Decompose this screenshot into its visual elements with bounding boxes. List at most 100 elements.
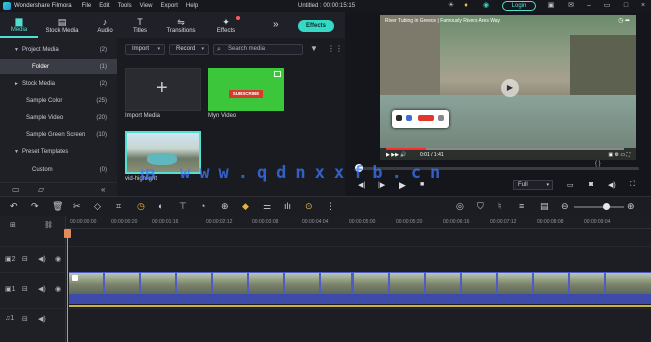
subtitle-icon[interactable]: ▤: [540, 201, 549, 212]
zoom-slider-handle[interactable]: [603, 203, 610, 210]
delete-icon[interactable]: 🗑: [52, 201, 63, 212]
link-icon[interactable]: ⛓: [44, 221, 53, 229]
player-progress-bar[interactable]: [386, 148, 624, 150]
layout-icon[interactable]: ▭: [603, 2, 611, 10]
tab-transitions[interactable]: ⇋ Transitions: [156, 12, 206, 38]
fullscreen-icon[interactable]: ⛶: [630, 181, 635, 189]
render-icon[interactable]: ◎: [456, 201, 464, 212]
mute-icon[interactable]: ◀): [38, 285, 46, 293]
color-icon[interactable]: ◐: [158, 201, 163, 212]
save-icon[interactable]: ▣: [547, 2, 555, 10]
menu-edit[interactable]: Edit: [99, 3, 109, 9]
library-item-preset-templates[interactable]: ▼ Preset Templates: [0, 144, 117, 159]
user-icon[interactable]: ◉: [482, 2, 490, 10]
menu-help[interactable]: Help: [186, 3, 198, 9]
ruler-tick: 00:00:00:00: [70, 219, 97, 225]
expand-arrow-icon[interactable]: ►: [14, 81, 22, 87]
new-folder-icon[interactable]: ▭: [12, 185, 20, 194]
undo-icon[interactable]: ↶: [10, 201, 18, 212]
zoom-slider[interactable]: [574, 206, 624, 208]
redo-icon[interactable]: ↷: [31, 201, 39, 212]
adjust-icon[interactable]: ⚌: [263, 201, 271, 212]
video-clip[interactable]: [69, 272, 651, 294]
lock-icon[interactable]: ⊟: [22, 255, 28, 263]
eye-icon[interactable]: ◉: [55, 285, 61, 293]
collapse-panel-icon[interactable]: «: [101, 185, 105, 194]
zoom-in-icon[interactable]: ⊕: [627, 201, 635, 212]
close-icon[interactable]: ×: [639, 2, 647, 10]
tips-icon[interactable]: ♦: [462, 2, 470, 10]
speed-icon[interactable]: ◷: [137, 201, 145, 212]
effects-button[interactable]: Effects: [298, 20, 334, 32]
cut-icon[interactable]: ✂: [73, 201, 81, 212]
clip-frame: [354, 273, 388, 293]
expand-arrow-icon[interactable]: ▼: [14, 149, 22, 155]
library-item-project-media[interactable]: ▼ Project Media (2): [0, 42, 117, 57]
lightbulb-icon[interactable]: ☀: [447, 2, 455, 10]
shield-icon[interactable]: ⛉: [477, 201, 484, 212]
lock-icon[interactable]: ⊟: [22, 315, 28, 323]
expand-arrow-icon[interactable]: ▼: [14, 47, 22, 53]
library-item-count: (20): [96, 114, 107, 121]
audio-wave-icon[interactable]: ılı: [284, 201, 291, 212]
preview-video[interactable]: River Tubing in Greece | Famously Rivers…: [380, 15, 636, 160]
message-icon[interactable]: ✉: [567, 2, 575, 10]
library-item-sample-color[interactable]: Sample Color (25): [0, 93, 117, 108]
import-dropdown[interactable]: Import ▾: [125, 44, 165, 55]
timer-icon[interactable]: ◔: [200, 201, 205, 212]
eye-icon[interactable]: ◉: [55, 255, 61, 263]
voiceover-list-icon[interactable]: ≡: [519, 201, 524, 212]
rotate-icon[interactable]: ⊕: [221, 201, 229, 212]
playhead[interactable]: [67, 232, 68, 342]
menu-export[interactable]: Export: [161, 3, 178, 9]
mute-icon[interactable]: ◀): [38, 255, 46, 263]
login-button[interactable]: Login: [502, 1, 536, 11]
crop-icon[interactable]: ⌗: [116, 201, 121, 212]
quality-dropdown[interactable]: Full ▾: [513, 180, 553, 190]
library-item-stock-media[interactable]: ► Stock Media (2): [0, 76, 117, 91]
snapshot-icon[interactable]: ◙: [589, 181, 593, 188]
filter-icon[interactable]: ▼: [310, 44, 318, 53]
document-title: Untitled : 00:00:15:15: [298, 3, 356, 9]
menu-view[interactable]: View: [140, 3, 153, 9]
mute-icon[interactable]: ◀): [38, 315, 46, 323]
menu-tools[interactable]: Tools: [118, 3, 132, 9]
minimize-icon[interactable]: –: [585, 2, 593, 10]
open-folder-icon[interactable]: ▱: [38, 185, 44, 194]
tag-icon[interactable]: ◇: [94, 201, 101, 212]
tab-media[interactable]: ▆ Media: [0, 12, 38, 38]
lock-icon[interactable]: ⊟: [22, 285, 28, 293]
more-tabs-chevron-icon[interactable]: »: [273, 19, 279, 30]
split-icon[interactable]: ⋮: [326, 201, 335, 212]
microphone-icon[interactable]: ♮: [498, 201, 501, 212]
player-settings-icon[interactable]: ▣ ⚙ ▭ ⛶: [608, 152, 630, 158]
display-icon[interactable]: ▭: [567, 181, 574, 189]
motion-tracking-icon[interactable]: ⊙: [305, 201, 313, 212]
library-item-sample-video[interactable]: Sample Video (20): [0, 110, 117, 125]
menu-file[interactable]: File: [82, 3, 92, 9]
tab-effects[interactable]: ✦ Effects: [206, 12, 246, 38]
keyframe-icon[interactable]: ◆: [242, 201, 249, 212]
grid-view-icon[interactable]: ⋮⋮: [327, 44, 343, 53]
text-tool-icon[interactable]: ⊤: [179, 201, 187, 212]
add-track-icon[interactable]: ⊞: [10, 221, 16, 229]
timeline-ruler[interactable]: 00:00:00:00 00:00:00:20 00:00:01:16 00:0…: [66, 216, 651, 229]
library-item-custom[interactable]: Custom (0): [0, 162, 117, 177]
tab-stock-media[interactable]: ▤ Stock Media: [38, 12, 86, 38]
zoom-out-icon[interactable]: ⊖: [561, 201, 569, 212]
tab-audio[interactable]: ♪ Audio: [86, 12, 124, 38]
import-media-tile[interactable]: +: [125, 68, 201, 111]
library-item-folder[interactable]: Folder (1): [0, 59, 117, 74]
play-overlay-icon[interactable]: ▶: [501, 79, 519, 97]
clip-audio-band[interactable]: [69, 294, 651, 304]
ruler-tick: 00:00:05:00: [349, 219, 376, 225]
maximize-icon[interactable]: □: [622, 2, 630, 10]
playhead-handle[interactable]: [64, 229, 71, 238]
player-play-icon[interactable]: ▶ ▶▶ 🔊: [386, 152, 407, 158]
library-item-sample-green-screen[interactable]: Sample Green Screen (10): [0, 127, 117, 142]
search-input[interactable]: ⌕ Search media: [213, 44, 303, 55]
media-thumbnail-subscribe[interactable]: SUBSCRIBE: [208, 68, 284, 111]
tab-titles[interactable]: T Titles: [124, 12, 156, 38]
volume-icon[interactable]: ◀): [608, 181, 616, 189]
record-dropdown[interactable]: Record ▾: [169, 44, 209, 55]
